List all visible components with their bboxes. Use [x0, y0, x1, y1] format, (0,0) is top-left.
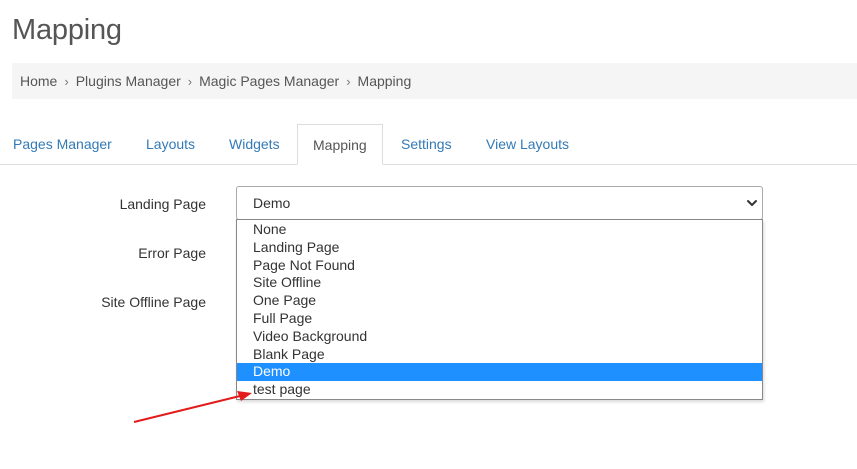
option-demo[interactable]: Demo — [237, 363, 762, 382]
option-site-offline[interactable]: Site Offline — [237, 274, 762, 292]
chevron-down-icon — [747, 200, 757, 206]
option-none[interactable]: None — [237, 221, 762, 239]
breadcrumb-separator: › — [187, 73, 193, 89]
breadcrumb: Home › Plugins Manager › Magic Pages Man… — [12, 63, 857, 99]
breadcrumb-plugins-manager[interactable]: Plugins Manager — [76, 73, 181, 89]
landing-page-select[interactable]: Demo — [236, 186, 763, 220]
breadcrumb-separator: › — [64, 73, 69, 89]
error-page-label: Error Page — [138, 245, 206, 261]
landing-page-label: Landing Page — [119, 196, 206, 212]
tab-bar: Pages Manager Layouts Widgets Mapping Se… — [0, 124, 857, 165]
tab-settings[interactable]: Settings — [401, 124, 452, 165]
option-blank-page[interactable]: Blank Page — [237, 346, 762, 364]
breadcrumb-home[interactable]: Home — [20, 73, 57, 89]
page-title: Mapping — [12, 14, 122, 46]
tab-widgets[interactable]: Widgets — [229, 124, 280, 165]
option-landing-page[interactable]: Landing Page — [237, 239, 762, 257]
option-test-page[interactable]: test page — [237, 381, 762, 399]
tab-mapping[interactable]: Mapping — [297, 124, 383, 165]
landing-page-select-value: Demo — [253, 195, 291, 211]
option-video-background[interactable]: Video Background — [237, 328, 762, 346]
option-full-page[interactable]: Full Page — [237, 310, 762, 328]
tab-pages-manager[interactable]: Pages Manager — [13, 124, 112, 165]
site-offline-page-label: Site Offline Page — [101, 294, 206, 310]
breadcrumb-mapping: Mapping — [357, 73, 412, 89]
breadcrumb-separator: › — [346, 73, 351, 89]
tab-layouts[interactable]: Layouts — [146, 124, 195, 165]
landing-page-dropdown-list: None Landing Page Page Not Found Site Of… — [236, 219, 763, 400]
option-one-page[interactable]: One Page — [237, 292, 762, 310]
breadcrumb-magic-pages-manager[interactable]: Magic Pages Manager — [199, 73, 339, 89]
tab-view-layouts[interactable]: View Layouts — [486, 124, 569, 165]
option-page-not-found[interactable]: Page Not Found — [237, 257, 762, 275]
